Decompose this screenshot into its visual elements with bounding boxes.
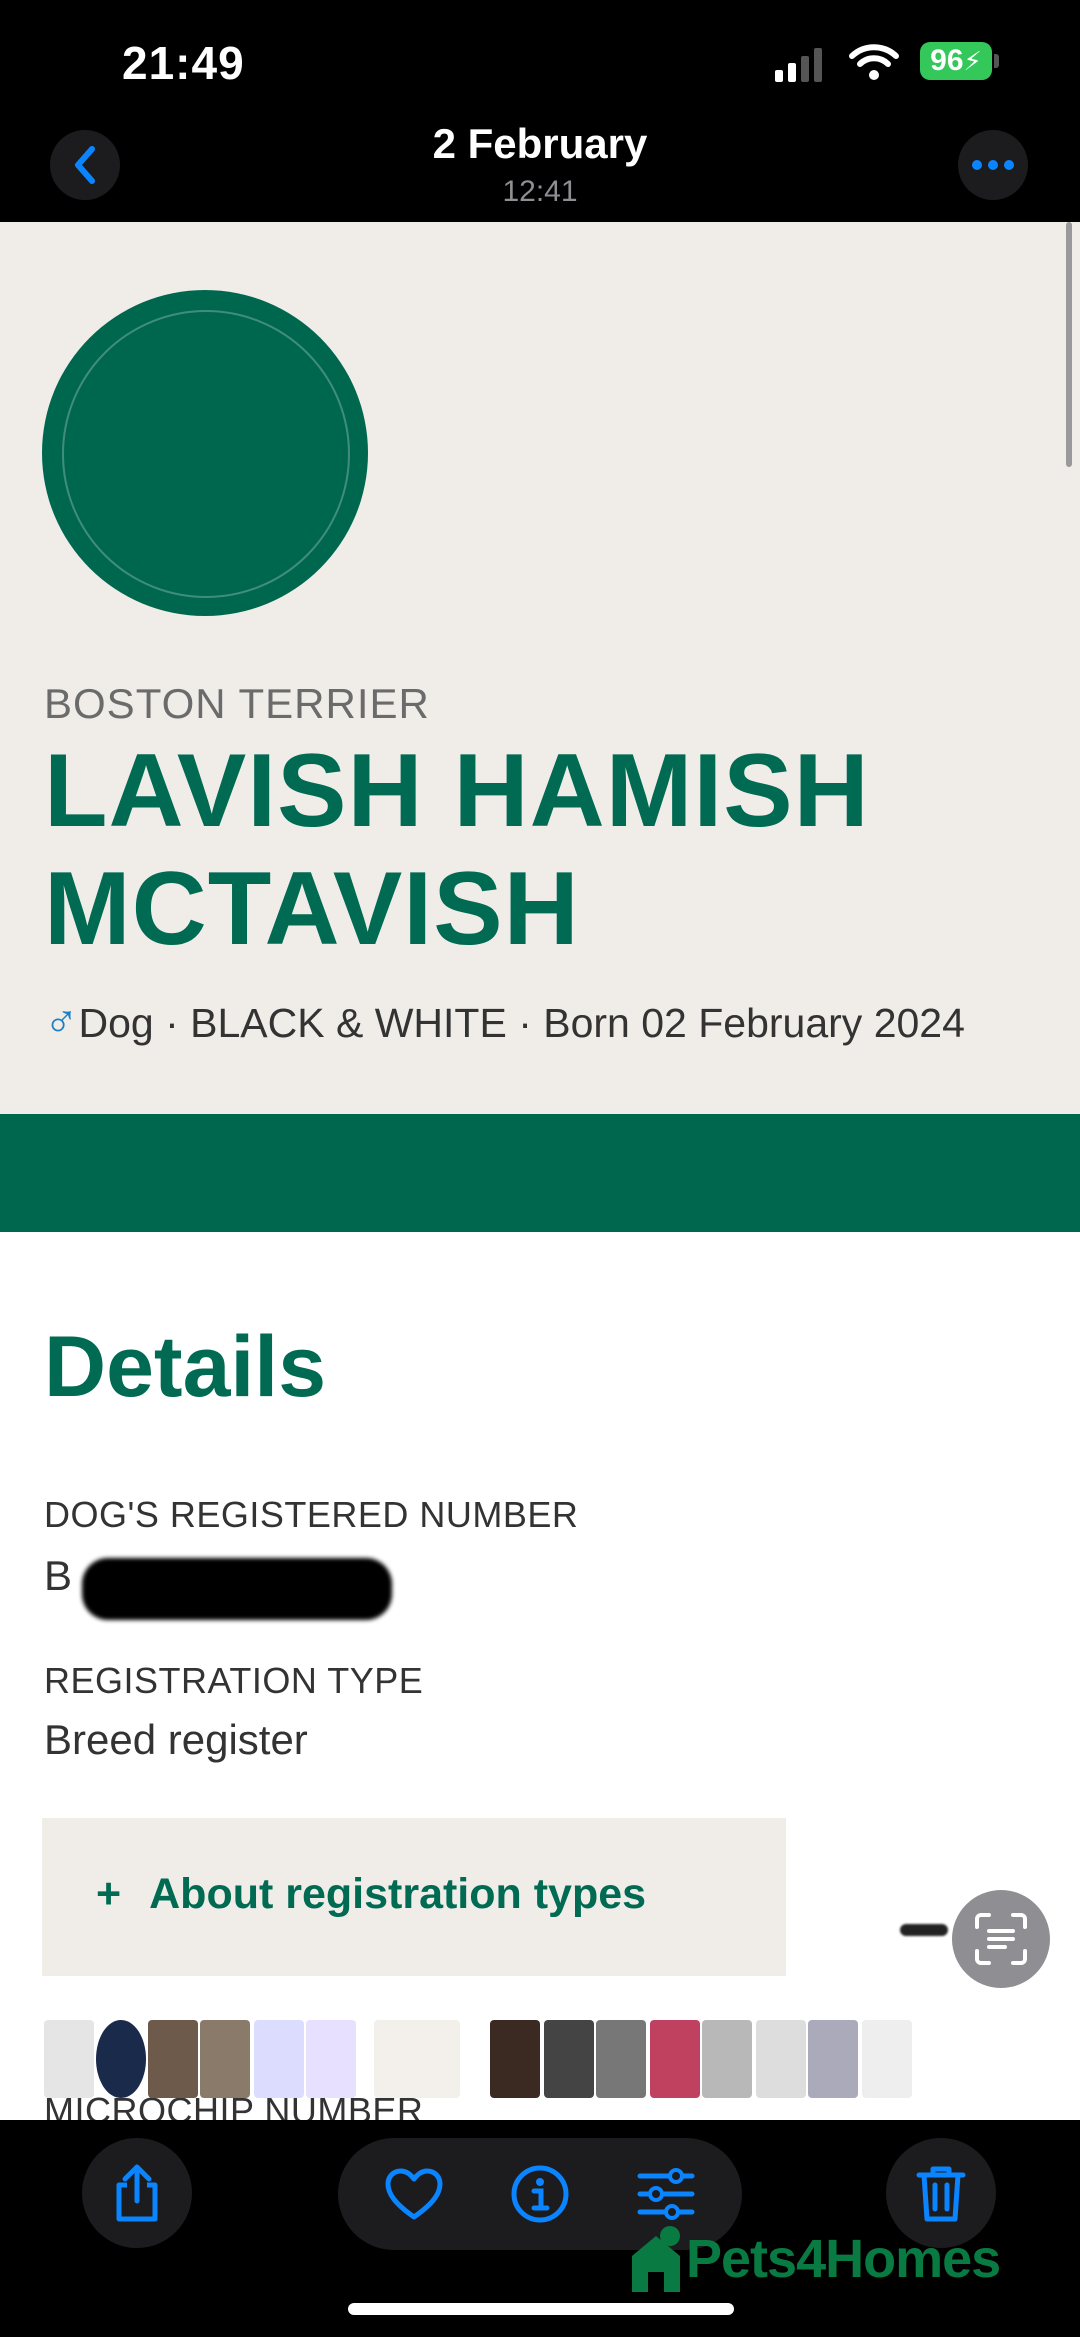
share-button[interactable] (82, 2138, 192, 2248)
battery-indicator: 96 ⚡ (920, 42, 992, 80)
favorite-button[interactable] (378, 2158, 450, 2230)
thumbnail[interactable] (702, 2020, 752, 2098)
thumbnail[interactable] (200, 2020, 250, 2098)
pet-avatar-ring (62, 310, 350, 598)
photo-time-subtitle: 12:41 (502, 175, 578, 208)
about-label-text: About registration types (149, 1870, 647, 1918)
thumbnail[interactable] (490, 2020, 540, 2098)
registered-number-value: B (44, 1552, 73, 1599)
battery-level: 96 (930, 44, 964, 77)
adjust-button[interactable] (630, 2158, 702, 2230)
thumbnail[interactable] (254, 2020, 304, 2098)
home-indicator[interactable] (348, 2303, 734, 2315)
adjust-icon (637, 2168, 695, 2220)
thumbnail[interactable] (756, 2020, 806, 2098)
heart-icon (385, 2168, 443, 2220)
more-button[interactable] (958, 130, 1028, 200)
details-heading: Details (44, 1319, 327, 1415)
thumbnail[interactable] (544, 2020, 594, 2098)
status-time: 21:49 (122, 37, 245, 89)
photo-date-title: 2 February (432, 120, 648, 167)
more-icon (972, 160, 1014, 170)
text-scan-icon (975, 1913, 1027, 1965)
cellular-signal-icon (775, 48, 822, 82)
male-symbol-icon: ♂ (44, 995, 79, 1047)
trash-icon (916, 2166, 966, 2222)
thumbnail[interactable] (650, 2020, 700, 2098)
redaction-scribble (82, 1558, 392, 1620)
thumbnail[interactable] (306, 2020, 356, 2098)
share-icon (116, 2164, 158, 2222)
thumbnail-strip[interactable] (44, 2020, 1080, 2120)
pets4homes-logo-icon (632, 2226, 680, 2292)
live-text-button[interactable] (952, 1890, 1050, 1988)
pet-summary: ♂Dog · BLACK & WHITE · Born 02 February … (44, 994, 965, 1048)
thumbnail[interactable] (596, 2020, 646, 2098)
wifi-icon (849, 44, 899, 80)
thumbnail[interactable] (148, 2020, 198, 2098)
green-band (0, 1114, 1080, 1232)
expand-plus-icon: + (96, 1870, 122, 1918)
watermark: Pets4Homes (686, 2229, 1001, 2289)
thumbnail-current[interactable] (374, 2020, 460, 2098)
pet-breed: BOSTON TERRIER (44, 680, 430, 727)
thumbnail[interactable] (44, 2020, 94, 2098)
thumbnail[interactable] (808, 2020, 858, 2098)
scrollbar[interactable] (1066, 222, 1072, 467)
thumbnail[interactable] (862, 2020, 912, 2098)
screenshot-content: BOSTON TERRIER LAVISH HAMISH MCTAVISH ♂D… (0, 222, 1080, 2120)
registration-type-value: Breed register (44, 1716, 308, 1763)
pet-hero: BOSTON TERRIER LAVISH HAMISH MCTAVISH ♂D… (0, 222, 1080, 1114)
info-icon (511, 2165, 569, 2223)
scribble-mark (900, 1924, 948, 1936)
thumbnail[interactable] (96, 2020, 146, 2098)
info-button[interactable] (504, 2158, 576, 2230)
battery-nub (994, 54, 999, 68)
about-registration-types-label[interactable]: + About registration types (96, 1870, 646, 1919)
pet-summary-text: Dog · BLACK & WHITE · Born 02 February 2… (78, 1000, 965, 1046)
status-bar: 21:49 96 ⚡ (0, 0, 1080, 130)
pet-name: LAVISH HAMISH MCTAVISH (44, 733, 870, 967)
registration-type-label: REGISTRATION TYPE (44, 1660, 424, 1701)
registered-number-label: DOG'S REGISTERED NUMBER (44, 1494, 579, 1535)
